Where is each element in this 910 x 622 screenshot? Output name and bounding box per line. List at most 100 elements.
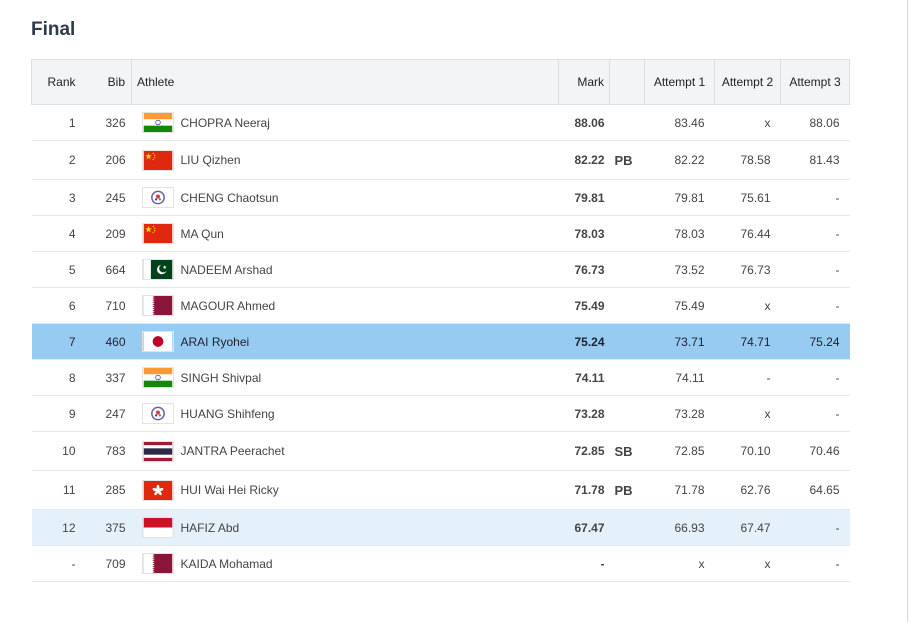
attempt-1-cell: 83.46 <box>644 104 715 141</box>
mark-cell: 71.78 <box>558 470 610 510</box>
rank-cell: 12 <box>31 509 82 546</box>
table-row[interactable]: 11 285 HUI Wai Hei Ricky 71.78 PB 71.78 62.76 6… <box>31 470 850 510</box>
table-row[interactable]: 10 783 JANTRA Peerachet 72.85 SB 72.85 70.10 70… <box>31 431 850 471</box>
athlete-name[interactable]: CHENG Chaotsun <box>181 191 279 205</box>
attempt-3-cell: - <box>780 215 850 252</box>
attempt-3-cell: - <box>780 287 850 324</box>
note-badge <box>609 179 645 216</box>
table-row[interactable]: 3 245 CHENG Chaotsun 79.81 79.81 75.61- <box>31 179 850 216</box>
rank-cell: 1 <box>31 104 82 141</box>
attempt-2-cell: 78.58 <box>714 140 781 180</box>
attempt-1-cell: 78.03 <box>644 215 715 252</box>
header-rank[interactable]: Rank <box>31 59 82 105</box>
table-row[interactable]: 9 247 HUANG Shihfeng 73.28 73.28 x - <box>31 395 850 432</box>
attempt-1-cell: 82.22 <box>644 140 715 180</box>
hong-kong-flag-icon <box>141 479 174 501</box>
bib-cell: 460 <box>81 323 132 360</box>
athlete-cell: NADEEM Arshad <box>131 251 559 288</box>
table-row[interactable]: 12 375 HAFIZ Abd 67.47 66.93 67.47- <box>31 509 850 546</box>
athlete-name[interactable]: HAFIZ Abd <box>181 521 240 535</box>
athlete-name[interactable]: MAGOUR Ahmed <box>181 299 276 313</box>
rank-cell: 7 <box>31 323 82 360</box>
table-row[interactable]: 5 664 NADEEM Arshad 76.73 73.52 76.73- <box>31 251 850 288</box>
chinese-taipei-flag-icon <box>141 403 174 424</box>
attempt-2-cell: - <box>714 359 781 396</box>
attempt-1-cell: 73.28 <box>644 395 715 432</box>
attempt-3-cell: - <box>780 251 850 288</box>
athlete-cell: HUANG Shihfeng <box>131 395 559 432</box>
header-mark[interactable]: Mark <box>558 59 610 105</box>
note-badge <box>609 215 645 252</box>
attempt-2-cell: 67.47 <box>714 509 781 546</box>
rank-cell: 4 <box>31 215 82 252</box>
note-badge <box>609 104 645 141</box>
athlete-name[interactable]: NADEEM Arshad <box>181 263 273 277</box>
bib-cell: 247 <box>81 395 132 432</box>
athlete-cell: CHOPRA Neeraj <box>131 104 559 141</box>
table-row[interactable]: 8 337 SINGH Shivpal 74.11 74.11- - <box>31 359 850 396</box>
attempt-1-cell: 71.78 <box>644 470 715 510</box>
mark-cell: 75.49 <box>558 287 610 324</box>
table-row[interactable]: 1 326 CHOPRA Neeraj 88.06 83.46 x 88.06 <box>31 104 850 141</box>
right-divider <box>907 0 908 622</box>
mark-cell: 72.85 <box>558 431 610 471</box>
rank-cell: 8 <box>31 359 82 396</box>
header-attempt-1[interactable]: Attempt 1 <box>644 59 715 105</box>
bib-cell: 709 <box>81 545 132 582</box>
attempt-1-cell: 73.71 <box>644 323 715 360</box>
header-athlete[interactable]: Athlete <box>131 59 559 105</box>
header-bib[interactable]: Bib <box>81 59 132 105</box>
attempt-1-cell: 75.49 <box>644 287 715 324</box>
header-attempt-3[interactable]: Attempt 3 <box>780 59 850 105</box>
athlete-name[interactable]: SINGH Shivpal <box>181 371 262 385</box>
athlete-name[interactable]: HUI Wai Hei Ricky <box>181 483 279 497</box>
athlete-name[interactable]: CHOPRA Neeraj <box>181 116 270 130</box>
rank-cell: 10 <box>31 431 82 471</box>
header-attempt-2[interactable]: Attempt 2 <box>714 59 781 105</box>
note-badge <box>609 395 645 432</box>
attempt-3-cell: 81.43 <box>780 140 850 180</box>
athlete-cell: SINGH Shivpal <box>131 359 559 396</box>
japan-flag-icon <box>141 331 174 352</box>
attempt-3-cell: 70.46 <box>780 431 850 471</box>
bib-cell: 375 <box>81 509 132 546</box>
rank-cell: 11 <box>31 470 82 510</box>
athlete-name[interactable]: MA Qun <box>181 227 224 241</box>
attempt-1-cell: 79.81 <box>644 179 715 216</box>
bib-cell: 783 <box>81 431 132 471</box>
athlete-cell: MA Qun <box>131 215 559 252</box>
attempt-3-cell: - <box>780 545 850 582</box>
athlete-cell: HUI Wai Hei Ricky <box>131 470 559 510</box>
athlete-name[interactable]: ARAI Ryohei <box>181 335 250 349</box>
athlete-cell: ARAI Ryohei <box>131 323 559 360</box>
page-title: Final <box>31 19 76 40</box>
attempt-3-cell: - <box>780 179 850 216</box>
bib-cell: 285 <box>81 470 132 510</box>
athlete-name[interactable]: KAIDA Mohamad <box>181 557 273 571</box>
note-badge <box>609 323 645 360</box>
mark-cell: 78.03 <box>558 215 610 252</box>
indonesia-flag-icon <box>141 517 174 538</box>
rank-cell: 5 <box>31 251 82 288</box>
athlete-cell: MAGOUR Ahmed <box>131 287 559 324</box>
athlete-name[interactable]: LIU Qizhen <box>181 153 241 167</box>
athlete-name[interactable]: JANTRA Peerachet <box>181 444 285 458</box>
attempt-1-cell: 74.11 <box>644 359 715 396</box>
chinese-taipei-flag-icon <box>141 187 174 208</box>
attempt-3-cell: 75.24 <box>780 323 850 360</box>
attempt-1-cell: 66.93 <box>644 509 715 546</box>
table-row[interactable]: -709 KAIDA Mohamad - x x - <box>31 545 850 582</box>
athlete-cell: JANTRA Peerachet <box>131 431 559 471</box>
table-row[interactable]: 7 460 ARAI Ryohei 75.24 73.71 74.71 75.24 <box>31 323 850 360</box>
attempt-2-cell: 70.10 <box>714 431 781 471</box>
mark-cell: - <box>558 545 610 582</box>
rank-cell: 9 <box>31 395 82 432</box>
table-row[interactable]: 6 710 MAGOUR Ahmed 75.49 75.49 x - <box>31 287 850 324</box>
athlete-name[interactable]: HUANG Shihfeng <box>181 407 275 421</box>
mark-cell: 79.81 <box>558 179 610 216</box>
results-table: Rank Bib Athlete Mark Attempt 1 Attempt … <box>31 59 850 582</box>
table-row[interactable]: 2 206 LIU Qizhen 82.22 PB 82.22 78.58 81.43 <box>31 140 850 180</box>
table-row[interactable]: 4 209 MA Qun 78.03 78.03 76.44- <box>31 215 850 252</box>
attempt-2-cell: 62.76 <box>714 470 781 510</box>
bib-cell: 245 <box>81 179 132 216</box>
